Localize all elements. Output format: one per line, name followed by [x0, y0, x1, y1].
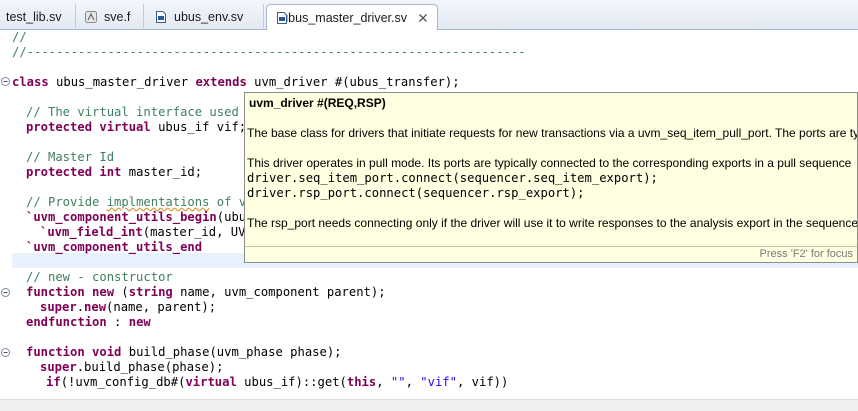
sv-file-icon	[154, 10, 168, 24]
hover-documentation-popup[interactable]: uvm_driver #(REQ,RSP) The base class for…	[244, 92, 858, 263]
tooltip-code-line: driver.seq_item_port.connect(sequencer.s…	[247, 171, 658, 185]
tab-label: test_lib.sv	[6, 10, 62, 24]
code-line: protected int master_id;	[26, 165, 203, 179]
code-line: endfunction : new	[26, 315, 151, 329]
code-line: function void build_phase(uvm_phase phas…	[26, 345, 342, 359]
tab-label: ubus_master_driver.sv	[281, 11, 407, 25]
code-line: //--------------------------------------…	[12, 45, 526, 59]
tab-test-lib[interactable]: test_lib.sv	[0, 4, 76, 30]
code-line: // Provide implmentations of vi	[26, 195, 254, 209]
code-line: if(!uvm_config_db#(virtual ubus_if)::get…	[46, 375, 509, 389]
close-icon[interactable]	[417, 12, 429, 24]
tooltip-title: uvm_driver #(REQ,RSP)	[249, 96, 386, 110]
code-line: `uvm_component_utils_end	[26, 240, 203, 254]
tab-label: sve.f	[104, 10, 131, 24]
focus-hint: Press 'F2' for focus	[759, 248, 853, 260]
tab-sve-f[interactable]: sve.f	[76, 4, 144, 30]
code-line: // Master Id	[26, 150, 115, 164]
code-line: `uvm_field_int(master_id, UVM	[40, 225, 253, 239]
tooltip-paragraph: This driver operates in pull mode. Its p…	[247, 156, 852, 170]
tab-ubus-master-driver[interactable]: ubus_master_driver.sv	[266, 4, 438, 31]
horizontal-scrollbar[interactable]	[0, 399, 858, 411]
code-line: // The virtual interface used t	[26, 105, 254, 119]
code-line: function new (string name, uvm_component…	[26, 285, 386, 299]
tooltip-paragraph: The rsp_port needs connecting only if th…	[247, 216, 858, 230]
tooltip-paragraph: The base class for drivers that initiate…	[247, 126, 858, 140]
tab-ubus-env[interactable]: ubus_env.sv	[146, 4, 264, 30]
editor-tab-bar: test_lib.sv sve.f ubus_env.sv ubus_maste…	[0, 0, 858, 31]
code-line: protected virtual ubus_if vif;	[26, 120, 247, 134]
f-file-icon	[84, 10, 98, 24]
code-line: // new - constructor	[26, 270, 173, 284]
tab-label: ubus_env.sv	[174, 10, 244, 24]
collapse-icon[interactable]	[1, 77, 10, 86]
code-line: super.build_phase(phase);	[40, 360, 224, 374]
code-line: `uvm_component_utils_begin(ubus	[26, 210, 254, 224]
collapse-icon[interactable]	[1, 288, 10, 297]
tooltip-code-line: driver.rsp_port.connect(sequencer.rsp_ex…	[247, 186, 585, 200]
tooltip-footer: Press 'F2' for focus	[245, 246, 857, 262]
code-line: super.new(name, parent);	[40, 300, 217, 314]
collapse-icon[interactable]	[1, 348, 10, 357]
code-line: //	[12, 30, 27, 44]
code-line: class ubus_master_driver extends uvm_dri…	[12, 75, 460, 89]
